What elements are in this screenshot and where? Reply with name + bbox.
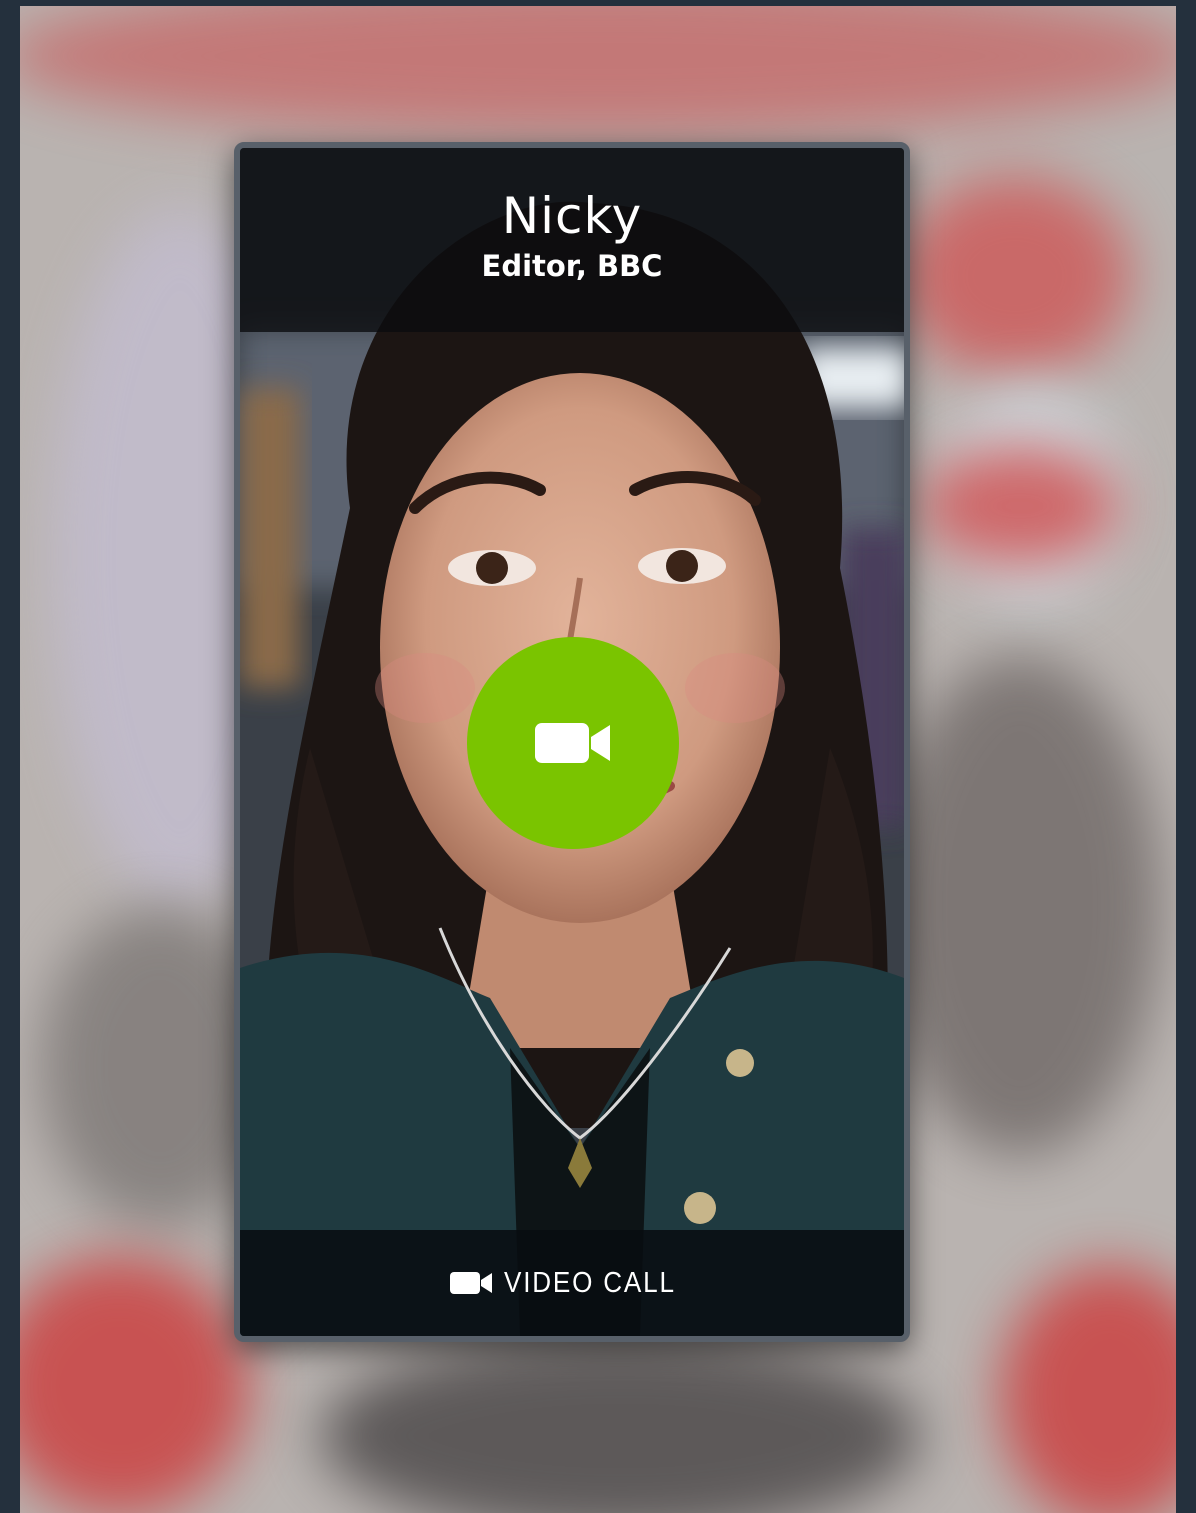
caller-title: Editor, BBC bbox=[481, 249, 663, 283]
caller-name: Nicky bbox=[501, 187, 643, 245]
video-camera-icon bbox=[535, 723, 610, 763]
video-camera-icon bbox=[449, 1272, 492, 1294]
call-type-bar: VIDEO CALL bbox=[240, 1230, 904, 1336]
incoming-call-card: Nicky Editor, BBC VIDEO CALL bbox=[234, 142, 910, 1342]
call-type-label: VIDEO CALL bbox=[503, 1266, 676, 1299]
answer-video-call-button[interactable] bbox=[467, 637, 679, 849]
caller-header: Nicky Editor, BBC bbox=[240, 148, 904, 332]
app-root: Nicky Editor, BBC VIDEO CALL bbox=[0, 0, 1196, 1513]
